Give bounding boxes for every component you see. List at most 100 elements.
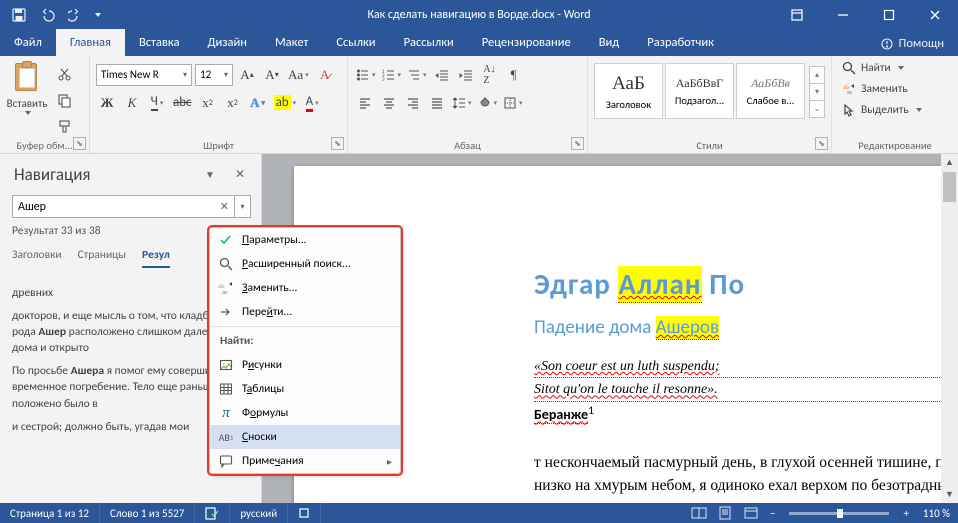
- scrollbar-thumb[interactable]: [943, 172, 956, 202]
- numbering-button[interactable]: 123: [380, 64, 404, 86]
- vertical-scrollbar[interactable]: ▲ ▼: [941, 154, 958, 503]
- style-subtle[interactable]: АаБбВвСлабое в...: [736, 63, 805, 119]
- menu-item-comments[interactable]: Примечания: [210, 449, 400, 473]
- align-right-button[interactable]: [402, 92, 424, 114]
- paste-button[interactable]: Вставить: [6, 59, 48, 151]
- scroll-up-button[interactable]: ▲: [941, 154, 958, 171]
- menu-item-replace[interactable]: abac Заменить...: [210, 276, 400, 300]
- style-subtitle[interactable]: АаБбВвГПодзагол...: [665, 63, 734, 119]
- zoom-level[interactable]: 110 %: [917, 507, 950, 520]
- zoom-slider[interactable]: [789, 512, 889, 515]
- maximize-button[interactable]: [866, 0, 912, 29]
- multilevel-list-button[interactable]: [405, 64, 429, 86]
- search-icon: [217, 255, 235, 273]
- subscript-button[interactable]: x2: [197, 92, 219, 114]
- highlight-button[interactable]: ab: [272, 92, 299, 114]
- status-words[interactable]: Слово 1 из 5527: [100, 503, 195, 523]
- style-gallery-scroll[interactable]: ▴▾⌄: [809, 63, 825, 119]
- font-color-button[interactable]: A: [301, 92, 323, 114]
- superscript-button[interactable]: x2: [222, 92, 244, 114]
- clear-formatting-button[interactable]: A̷: [314, 64, 336, 86]
- status-page[interactable]: Страница 1 из 12: [0, 503, 100, 523]
- tab-view[interactable]: Вид: [585, 29, 634, 56]
- scroll-down-button[interactable]: ▼: [941, 486, 958, 503]
- status-spellcheck[interactable]: [195, 503, 230, 523]
- increase-indent-button[interactable]: [455, 64, 477, 86]
- font-name-combo[interactable]: Times New R▾: [96, 64, 192, 86]
- underline-button[interactable]: Ч: [146, 92, 168, 114]
- navigation-close-button[interactable]: ✕: [229, 165, 251, 184]
- copy-button[interactable]: [52, 89, 76, 111]
- undo-button[interactable]: [34, 2, 60, 28]
- ribbon: Вставить Буфер обм... ⬊ Times New R▾ 12▾…: [0, 56, 958, 154]
- tab-review[interactable]: Рецензирование: [468, 29, 585, 56]
- replace-icon: abac: [217, 279, 235, 297]
- style-heading[interactable]: АаБЗаголовок: [594, 63, 663, 119]
- view-print-layout[interactable]: [714, 504, 736, 522]
- menu-item-goto[interactable]: Перейти...: [210, 300, 400, 324]
- menu-item-footnotes[interactable]: AB1 Сноски: [210, 425, 400, 449]
- menu-item-formulas[interactable]: π Формулы: [210, 401, 400, 425]
- menu-item-options[interactable]: Параметры...: [210, 228, 400, 252]
- bold-button[interactable]: Ж: [96, 92, 118, 114]
- line-spacing-button[interactable]: [450, 92, 474, 114]
- view-read-mode[interactable]: [688, 504, 710, 522]
- strikethrough-button[interactable]: abc: [171, 92, 194, 114]
- show-marks-button[interactable]: ¶: [503, 64, 525, 86]
- decrease-indent-button[interactable]: [431, 64, 453, 86]
- menu-item-pictures[interactable]: Рисунки: [210, 353, 400, 377]
- menu-item-tables[interactable]: Таблицы: [210, 377, 400, 401]
- zoom-out-button[interactable]: −: [766, 507, 779, 520]
- tab-layout[interactable]: Макет: [261, 29, 322, 56]
- nav-tab-pages[interactable]: Страницы: [78, 248, 126, 268]
- clipboard-launcher[interactable]: ⬊: [73, 137, 86, 150]
- view-web-layout[interactable]: [740, 504, 762, 522]
- tab-insert[interactable]: Вставка: [125, 29, 194, 56]
- align-left-button[interactable]: [354, 92, 376, 114]
- save-button[interactable]: [6, 2, 32, 28]
- font-size-combo[interactable]: 12▾: [195, 64, 233, 86]
- tell-me-help[interactable]: Помощн: [866, 31, 958, 56]
- paragraph-launcher[interactable]: ⬊: [571, 137, 584, 150]
- redo-button[interactable]: [62, 2, 88, 28]
- tab-developer[interactable]: Разработчик: [633, 29, 728, 56]
- cut-button[interactable]: [52, 63, 76, 85]
- status-macro[interactable]: [288, 503, 321, 523]
- font-launcher[interactable]: ⬊: [331, 137, 344, 150]
- select-button[interactable]: Выделить: [838, 101, 952, 119]
- zoom-in-button[interactable]: +: [899, 507, 912, 520]
- tab-mailings[interactable]: Рассылки: [390, 29, 468, 56]
- align-justify-button[interactable]: [426, 92, 448, 114]
- nav-tab-results[interactable]: Резул: [142, 248, 170, 268]
- replace-button[interactable]: abacЗаменить: [838, 80, 952, 98]
- find-button[interactable]: Найти: [838, 59, 952, 77]
- align-center-button[interactable]: [378, 92, 400, 114]
- status-language[interactable]: русский: [230, 503, 288, 523]
- ribbon-display-button[interactable]: [774, 0, 820, 29]
- tab-file[interactable]: Файл: [0, 29, 56, 56]
- nav-tab-headings[interactable]: Заголовки: [12, 248, 62, 268]
- change-case-button[interactable]: Aa: [286, 64, 311, 86]
- tab-home[interactable]: Главная: [56, 29, 125, 56]
- group-clipboard: Вставить Буфер обм... ⬊: [0, 56, 90, 153]
- styles-launcher[interactable]: ⬊: [815, 137, 828, 150]
- tab-design[interactable]: Дизайн: [193, 29, 261, 56]
- search-clear-icon[interactable]: ✕: [220, 200, 229, 213]
- menu-item-advanced-find[interactable]: Расширенный поиск...: [210, 252, 400, 276]
- navigation-search-dropdown[interactable]: ▾: [235, 195, 251, 218]
- text-effects-button[interactable]: A: [247, 92, 269, 114]
- tab-references[interactable]: Ссылки: [322, 29, 389, 56]
- grow-font-button[interactable]: A▴: [236, 64, 258, 86]
- shrink-font-button[interactable]: A▾: [261, 64, 283, 86]
- shading-button[interactable]: [476, 92, 500, 114]
- italic-button[interactable]: К: [121, 92, 143, 114]
- qat-customize-button[interactable]: [90, 2, 104, 28]
- minimize-button[interactable]: [820, 0, 866, 29]
- navigation-search-input[interactable]: Ашер ✕: [12, 195, 235, 218]
- navigation-pane-menu[interactable]: ▼: [205, 168, 215, 181]
- bullets-button[interactable]: [354, 64, 378, 86]
- format-painter-button[interactable]: [52, 115, 76, 137]
- borders-button[interactable]: [501, 92, 525, 114]
- close-button[interactable]: [912, 0, 958, 29]
- sort-button[interactable]: A↓Z: [479, 64, 501, 86]
